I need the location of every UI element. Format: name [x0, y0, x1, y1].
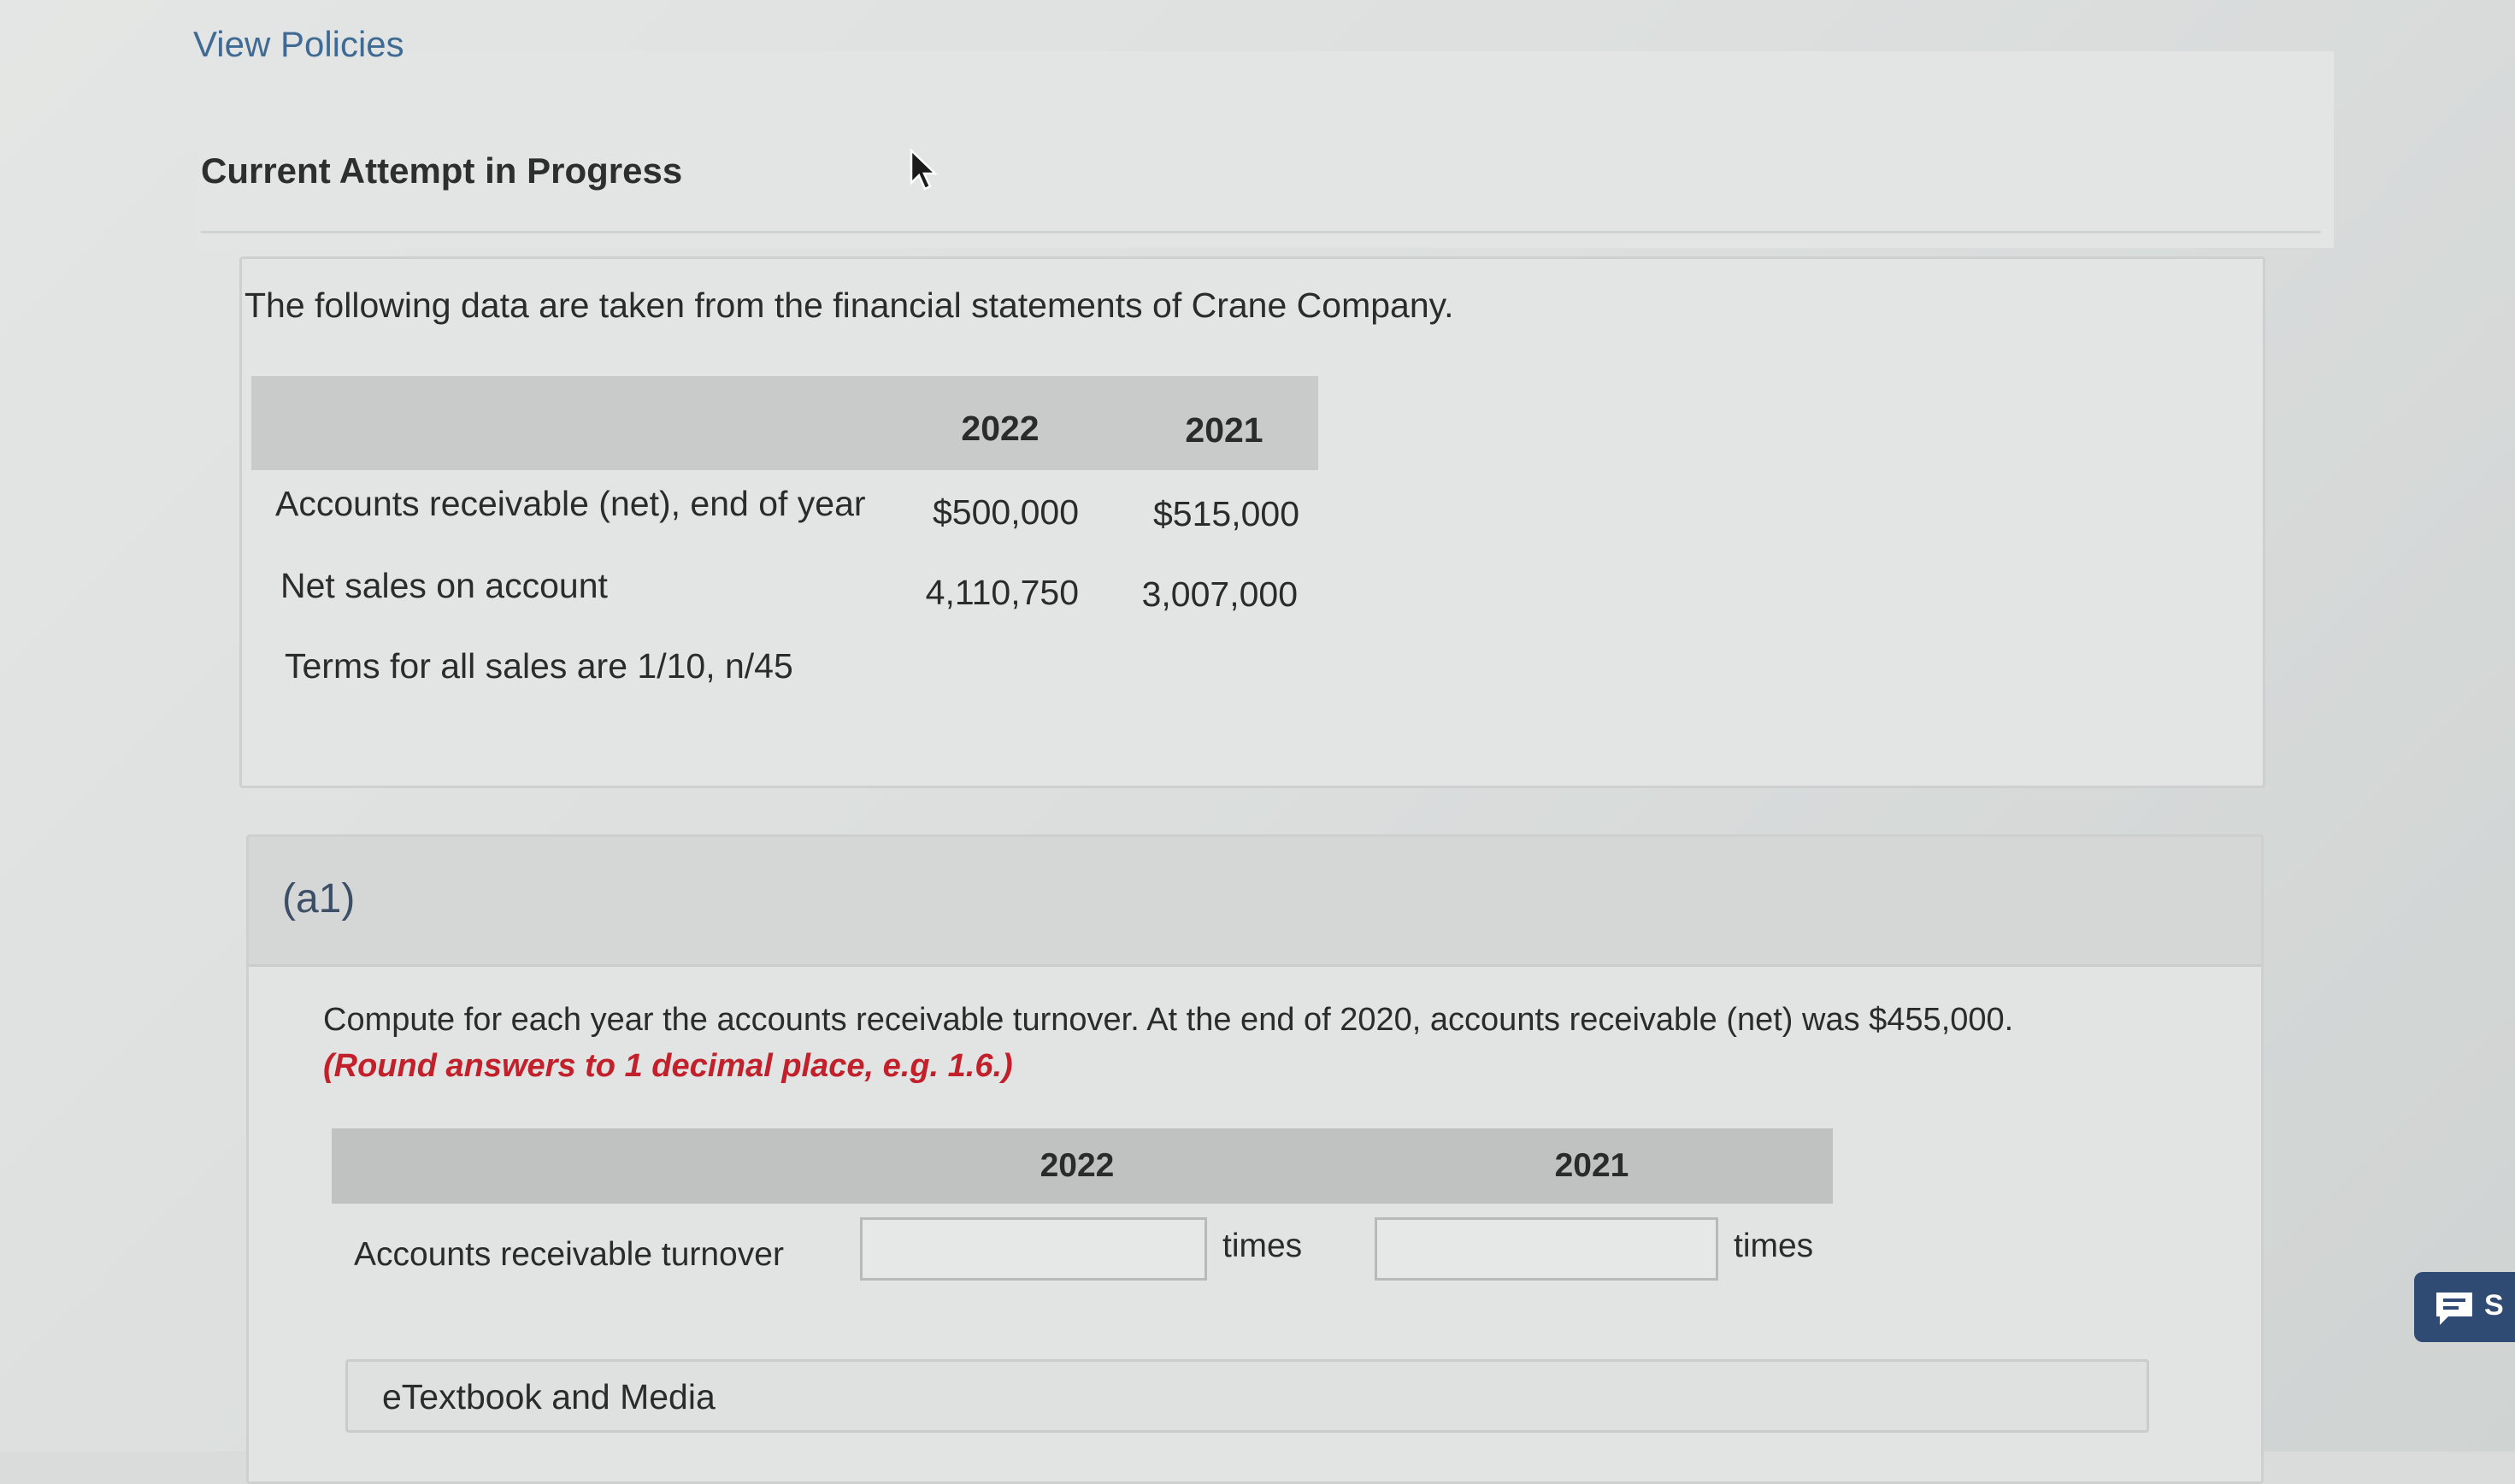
column-header-2021: 2021: [1185, 410, 1263, 450]
cell-sales-2021: 3,007,000: [1141, 574, 1298, 614]
column-header-2022: 2022: [961, 409, 1040, 448]
chat-support-button[interactable]: S: [2414, 1272, 2515, 1342]
row-label-net-sales: Net sales on account: [280, 566, 608, 605]
answer-column-2022: 2022: [1040, 1147, 1115, 1184]
view-policies-link[interactable]: View Policies: [193, 24, 404, 65]
problem-intro: The following data are taken from the fi…: [244, 286, 1454, 325]
rounding-hint: (Round answers to 1 decimal place, e.g. …: [323, 1048, 1013, 1084]
page: View Policies Current Attempt in Progres…: [0, 0, 2515, 1484]
turnover-input-2021[interactable]: [1375, 1217, 1718, 1281]
etextbook-label: eTextbook and Media: [382, 1377, 716, 1416]
divider: [201, 231, 2321, 233]
question-text: Compute for each year the accounts recei…: [323, 997, 2135, 1089]
chat-label: S: [2484, 1289, 2504, 1322]
etextbook-and-media-button[interactable]: eTextbook and Media: [345, 1359, 2149, 1433]
question-body: Compute for each year the accounts recei…: [323, 1002, 2014, 1038]
mouse-cursor-icon: [910, 149, 939, 191]
cell-ar-2022: $500,000: [932, 492, 1079, 532]
unit-label-2021: times: [1734, 1228, 1814, 1264]
header-band: [197, 51, 2334, 248]
answer-row-label: Accounts receivable turnover: [354, 1236, 784, 1273]
cell-sales-2022: 4,110,750: [925, 573, 1079, 612]
part-a1-label: (a1): [282, 876, 356, 922]
cell-ar-2021: $515,000: [1152, 494, 1299, 533]
row-label-accounts-receivable: Accounts receivable (net), end of year: [275, 484, 866, 523]
chat-bubble-icon: [2436, 1293, 2472, 1325]
unit-label-2022: times: [1222, 1228, 1303, 1264]
sales-terms: Terms for all sales are 1/10, n/45: [285, 646, 793, 686]
part-a1-header: [249, 837, 2261, 967]
answer-column-2021: 2021: [1554, 1147, 1629, 1184]
turnover-input-2022[interactable]: [860, 1217, 1207, 1281]
attempt-title: Current Attempt in Progress: [201, 150, 683, 191]
